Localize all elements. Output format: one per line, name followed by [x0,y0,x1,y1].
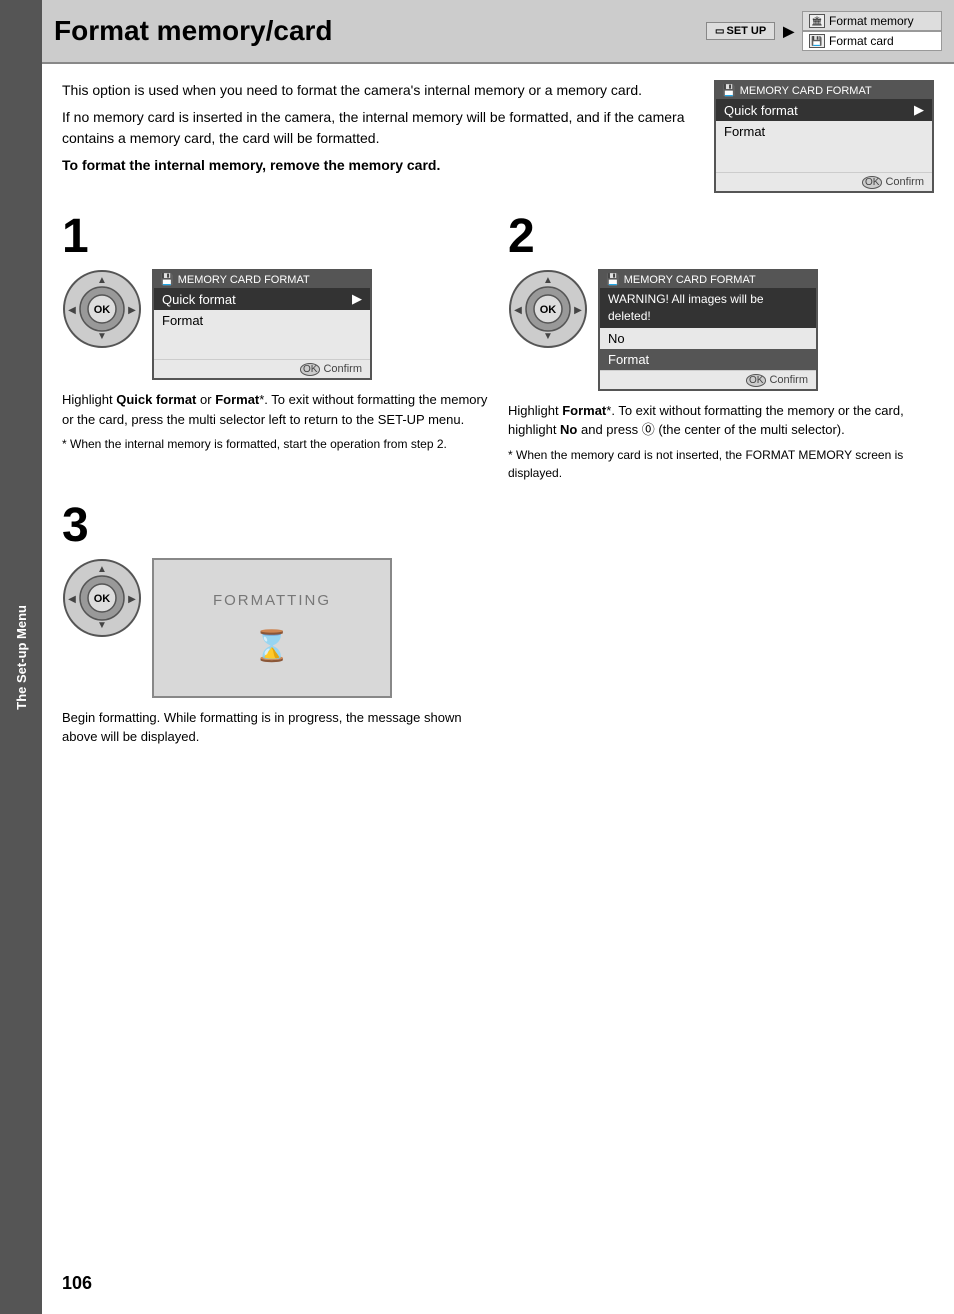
step-2-format: Format [600,349,816,370]
intro-bold-line: To format the internal memory, remove th… [62,155,694,176]
hourglass-icon: ⌛ [253,629,290,664]
svg-text:▼: ▼ [543,331,553,342]
intro-text-block: This option is used when you need to for… [62,80,694,193]
menu-item-format-memory[interactable]: 🏛 Format memory [802,11,942,31]
step-1-number: 1 [62,213,488,261]
step-2-confirm: OK Confirm [600,370,816,389]
svg-text:▶: ▶ [128,594,136,605]
step-1-quick-format: Quick format ▶ [154,288,370,310]
step-2-screen-title: 💾 MEMORY CARD FORMAT [600,271,816,288]
svg-text:▲: ▲ [543,275,553,286]
step-3-text: Begin formatting. While formatting is in… [62,708,498,747]
svg-text:OK: OK [540,304,557,316]
preview-lcd-title: 💾 MEMORY CARD FORMAT [716,82,932,99]
menu-list: 🏛 Format memory 💾 Format card [802,11,942,51]
step-3-control-wheel: OK ▲ ▼ ◀ ▶ [62,558,142,638]
menu-label-format-memory: Format memory [829,14,914,28]
preview-lcd-screen: 💾 MEMORY CARD FORMAT Quick format ▶ Form… [714,80,934,193]
svg-text:▲: ▲ [97,275,107,286]
step-1-screen-title: 💾 MEMORY CARD FORMAT [154,271,370,288]
page-title: Format memory/card [54,15,333,47]
content-area: This option is used when you need to for… [42,64,954,763]
preview-memory-icon: 💾 [722,84,736,97]
step-2-control-wheel: OK ▲ ▼ ◀ ▶ [508,269,588,349]
svg-text:▶: ▶ [574,305,582,316]
step-1-control-wheel: OK ▲ ▼ ◀ ▶ [62,269,142,349]
menu-label-format-card: Format card [829,34,894,48]
menu-item-format-card[interactable]: 💾 Format card [802,31,942,51]
step-3-content: OK ▲ ▼ ◀ ▶ FORMATTING ⌛ [62,558,498,698]
main-content: Format memory/card ▭ SET UP ▶ 🏛 Format m… [42,0,954,1314]
svg-text:◀: ◀ [68,594,76,605]
step-3: 3 OK ▲ ▼ ◀ ▶ [62,502,498,747]
step-3-row: 3 OK ▲ ▼ ◀ ▶ [62,502,934,747]
memory-icon: 🏛 [809,14,825,28]
svg-text:◀: ◀ [68,305,76,316]
intro-para1: This option is used when you need to for… [62,80,694,101]
step-1-content: OK ▲ ▼ ◀ ▶ 💾 MEMORY CARD FORMAT [62,269,488,380]
intro-para2: If no memory card is inserted in the cam… [62,107,694,149]
step-2-footnote: * When the memory card is not inserted, … [508,446,934,482]
svg-text:◀: ◀ [514,305,522,316]
header-nav: ▭ SET UP ▶ 🏛 Format memory 💾 Format card [706,11,942,51]
setup-label: SET UP [726,25,766,37]
step-1-screen: 💾 MEMORY CARD FORMAT Quick format ▶ Form… [152,269,372,380]
step-2-text: Highlight Format*. To exit without forma… [508,401,934,482]
preview-quick-format: Quick format ▶ [716,99,932,121]
setup-button[interactable]: ▭ SET UP [706,22,775,40]
steps-row-1: 1 OK ▲ ▼ [62,213,934,482]
svg-text:OK: OK [94,593,111,605]
step-3-number: 3 [62,502,498,550]
step-1-confirm: OK Confirm [154,359,370,378]
step-2: 2 OK ▲ ▼ ◀ ▶ [508,213,934,482]
step-3-screen: FORMATTING ⌛ [152,558,392,698]
sidebar: The Set-up Menu [0,0,42,1314]
step-2-warning: WARNING! All images will be deleted! [600,288,816,328]
arrow-icon: ▶ [783,23,794,40]
svg-text:OK: OK [94,304,111,316]
card-icon: 💾 [809,34,825,48]
preview-format: Format [716,121,932,142]
sidebar-label: The Set-up Menu [14,605,29,710]
svg-text:▼: ▼ [97,620,107,631]
svg-text:▲: ▲ [97,564,107,575]
preview-screen-container: 💾 MEMORY CARD FORMAT Quick format ▶ Form… [714,80,934,193]
step-1-format: Format [154,310,370,331]
step-2-screen: 💾 MEMORY CARD FORMAT WARNING! All images… [598,269,818,391]
formatting-label: FORMATTING [213,592,331,609]
preview-confirm: OK Confirm [716,172,932,191]
step-2-no: No [600,328,816,349]
step-1-text: Highlight Quick format or Format*. To ex… [62,390,488,453]
ok-icon: OK [862,176,882,189]
page-header: Format memory/card ▭ SET UP ▶ 🏛 Format m… [42,0,954,64]
intro-section: This option is used when you need to for… [62,80,934,193]
step-2-content: OK ▲ ▼ ◀ ▶ 💾 MEMORY CARD FORMAT [508,269,934,391]
svg-text:▼: ▼ [97,331,107,342]
step-1-footnote: * When the internal memory is formatted,… [62,435,488,453]
page-number: 106 [62,1273,92,1294]
step-2-number: 2 [508,213,934,261]
step-1: 1 OK ▲ ▼ [62,213,488,482]
svg-text:▶: ▶ [128,305,136,316]
